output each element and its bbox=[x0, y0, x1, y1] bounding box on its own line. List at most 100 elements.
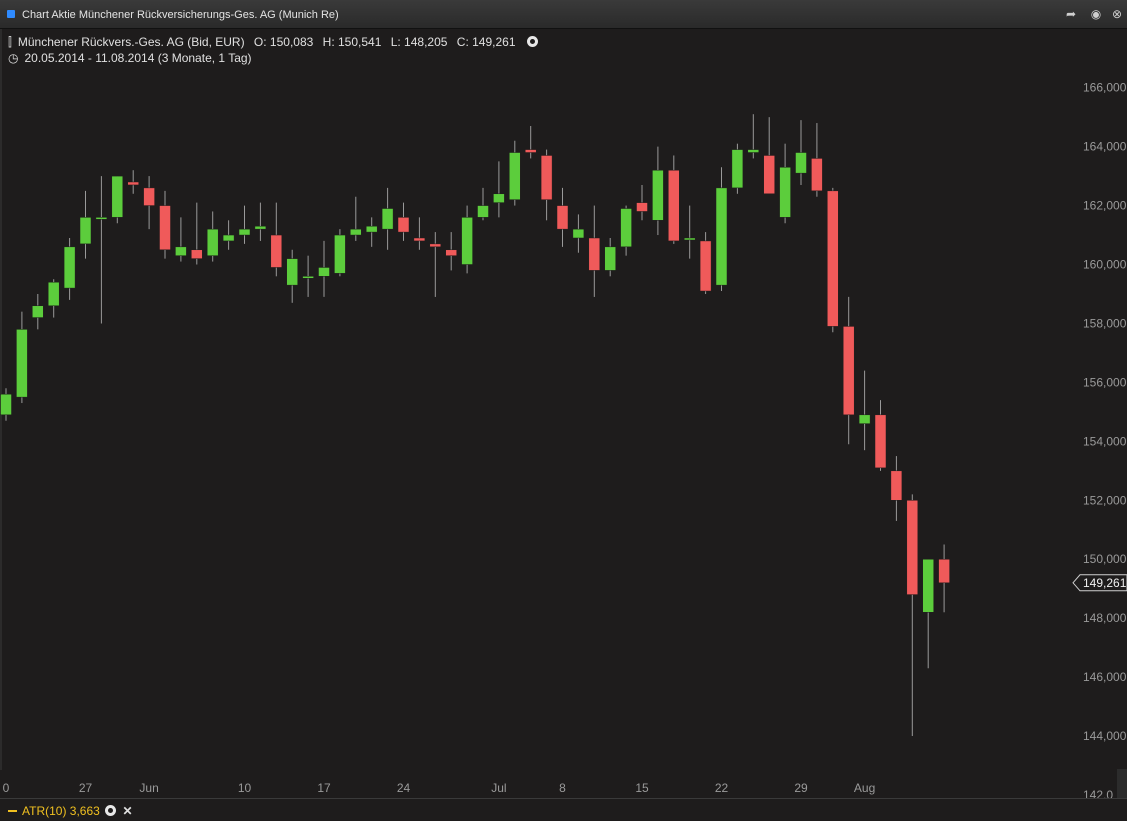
y-tick-label: 144,000 bbox=[1083, 729, 1127, 743]
candle-body bbox=[286, 258, 298, 286]
candle bbox=[350, 196, 362, 241]
candle-body bbox=[556, 205, 569, 230]
candle-body bbox=[238, 228, 251, 236]
period-info: ◷ 20.05.2014 - 11.08.2014 (3 Monate, 1 Ta… bbox=[8, 51, 258, 65]
candle bbox=[397, 202, 410, 241]
candle-body bbox=[763, 155, 775, 195]
candle bbox=[779, 143, 791, 224]
candle-body bbox=[747, 149, 760, 153]
candle-body bbox=[938, 558, 950, 584]
x-tick-label: Jun bbox=[139, 781, 158, 795]
candle bbox=[731, 143, 744, 194]
candle bbox=[381, 187, 394, 250]
candle bbox=[32, 293, 44, 330]
candle-body bbox=[350, 228, 362, 236]
candle bbox=[874, 400, 887, 471]
atr-legend-icon bbox=[8, 810, 17, 812]
candle bbox=[747, 114, 760, 159]
candle-body bbox=[254, 225, 267, 230]
candle bbox=[922, 558, 934, 669]
candle bbox=[238, 205, 251, 244]
y-tick-label: 154,000 bbox=[1083, 434, 1127, 448]
x-tick-label: 22 bbox=[715, 781, 729, 795]
x-tick-label: 17 bbox=[317, 781, 331, 795]
candle-body bbox=[795, 152, 807, 174]
clock-icon: ◷ bbox=[8, 51, 19, 65]
chart-type-icon: ⫿ bbox=[8, 35, 12, 49]
atr-close-icon[interactable]: ✕ bbox=[123, 804, 133, 818]
candle-body bbox=[175, 246, 187, 256]
candle-body bbox=[683, 237, 696, 241]
candle bbox=[222, 220, 235, 250]
x-tick-label: 29 bbox=[794, 781, 808, 795]
atr-indicator: ATR(10) 3,663 ✕ bbox=[8, 804, 133, 818]
candle bbox=[858, 370, 871, 451]
candle bbox=[715, 167, 728, 292]
candle bbox=[683, 205, 696, 259]
candle bbox=[318, 240, 330, 297]
candle-body bbox=[445, 249, 457, 256]
candle-body bbox=[715, 187, 728, 286]
candle-body bbox=[413, 237, 426, 242]
candle-body bbox=[32, 305, 44, 318]
candle bbox=[365, 217, 378, 247]
x-tick-label: 0 bbox=[3, 781, 10, 795]
candle bbox=[461, 205, 473, 274]
candle-body bbox=[16, 329, 28, 398]
candle bbox=[668, 155, 680, 244]
y-tick-label: 162,000 bbox=[1083, 199, 1127, 213]
x-tick-label: 15 bbox=[635, 781, 649, 795]
period-range: 20.05.2014 - 11.08.2014 (3 Monate, 1 Tag… bbox=[24, 51, 252, 65]
candle bbox=[111, 175, 124, 224]
candle-body bbox=[620, 208, 632, 248]
indicator-separator bbox=[0, 798, 1127, 799]
settings-icon[interactable]: ◉ bbox=[1089, 7, 1103, 21]
candle bbox=[302, 255, 314, 297]
x-tick-label: 8 bbox=[559, 781, 566, 795]
candle bbox=[636, 184, 648, 221]
candle-body bbox=[922, 558, 934, 613]
candle bbox=[652, 146, 664, 236]
candle bbox=[429, 232, 442, 297]
candle-body bbox=[652, 169, 664, 221]
candle-body bbox=[493, 193, 505, 203]
y-tick-label: 164,000 bbox=[1083, 140, 1127, 154]
y-axis-scroll-handle bbox=[1117, 769, 1127, 798]
candle bbox=[620, 205, 632, 256]
candle bbox=[493, 161, 505, 218]
x-tick-label: 27 bbox=[79, 781, 93, 795]
candle bbox=[143, 176, 155, 230]
candle-body bbox=[811, 158, 823, 192]
candle-body bbox=[127, 181, 139, 186]
ohlc-low: L: 148,205 bbox=[390, 35, 448, 49]
candle bbox=[95, 176, 108, 324]
candle-body bbox=[779, 167, 791, 218]
x-tick-label: Aug bbox=[854, 781, 875, 795]
candle-body bbox=[588, 237, 601, 271]
candle bbox=[79, 190, 92, 259]
candle-body bbox=[858, 414, 871, 424]
y-tick-label: 150,000 bbox=[1083, 552, 1127, 566]
atr-label: ATR(10) bbox=[22, 804, 67, 818]
candle-body bbox=[47, 281, 60, 307]
candle-body bbox=[477, 205, 489, 218]
candle-body bbox=[906, 500, 919, 595]
instrument-settings-icon[interactable] bbox=[526, 36, 538, 47]
candle bbox=[572, 214, 585, 253]
candlestick-chart[interactable]: 166,000 164,000 162,000 160,000 158,000 156,0… bbox=[0, 29, 1127, 798]
atr-settings-icon[interactable] bbox=[105, 805, 117, 816]
candle bbox=[906, 494, 919, 737]
export-icon[interactable]: ➦ bbox=[1064, 7, 1078, 21]
candle bbox=[540, 149, 553, 221]
candle-body bbox=[143, 187, 155, 206]
x-tick-label: Jul bbox=[491, 781, 506, 795]
candle-body bbox=[890, 470, 903, 501]
candle-body bbox=[397, 217, 410, 233]
close-icon[interactable]: ⊗ bbox=[1110, 7, 1124, 21]
instrument-name: Münchener Rückvers.-Ges. AG (Bid, EUR) bbox=[17, 35, 245, 49]
candle bbox=[477, 187, 489, 221]
candle-body bbox=[668, 169, 680, 242]
candle bbox=[938, 544, 950, 613]
y-tick-label: 156,000 bbox=[1083, 375, 1127, 389]
candle-body bbox=[827, 190, 839, 327]
